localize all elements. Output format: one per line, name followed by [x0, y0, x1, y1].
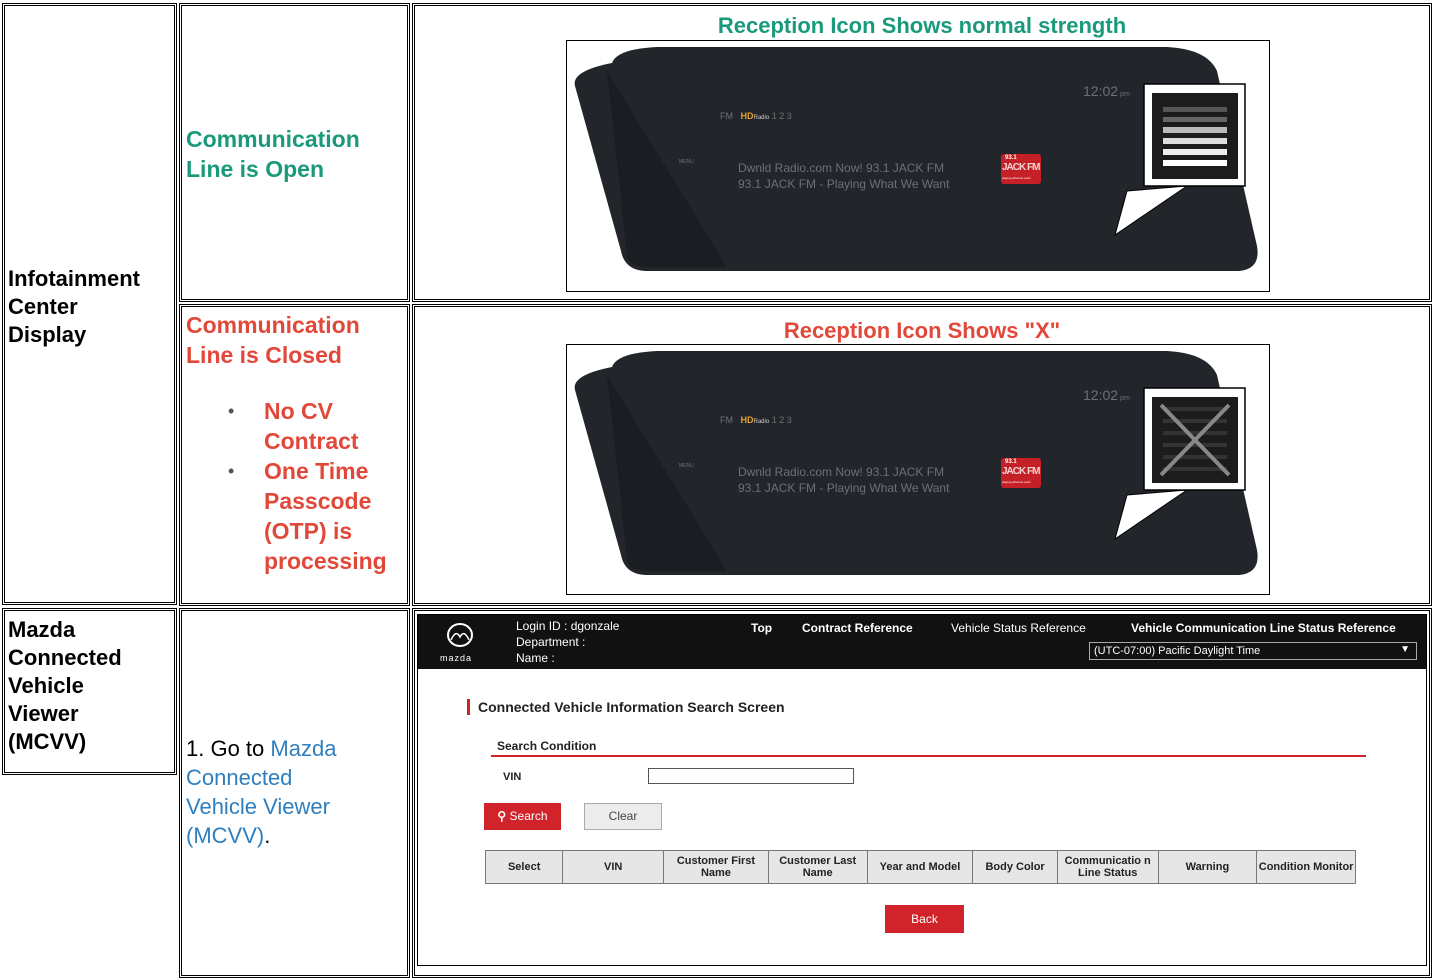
mcvv-link[interactable]: (MCVV): [186, 823, 264, 848]
label-line: Infotainment: [8, 266, 140, 291]
radio-screen-image-open: 12:02 pm FM HDRadio 1 2 3 MENU Dwnld Radi…: [566, 40, 1270, 292]
column-header: Customer First Name: [663, 850, 769, 884]
label-line: Connected: [8, 645, 122, 670]
search-condition-heading: Search Condition: [497, 739, 597, 753]
login-id: Login ID : dgonzale: [516, 619, 620, 633]
label-line: Mazda: [8, 617, 76, 642]
column-header: Body Color: [972, 850, 1058, 884]
label-line: Center: [8, 294, 78, 319]
nav-communication-line-status[interactable]: Vehicle Communication Line Status Refere…: [1131, 621, 1396, 635]
label-line: Vehicle: [8, 673, 84, 698]
nav-top[interactable]: Top: [751, 621, 772, 635]
clear-button[interactable]: Clear: [584, 803, 662, 830]
list-item: One Time Passcode (OTP) is processing: [228, 456, 387, 576]
bullet-line: Contract: [264, 428, 359, 454]
search-button-label: Search: [509, 809, 548, 823]
timezone-value: (UTC-07:00) Pacific Daylight Time: [1094, 645, 1261, 657]
mcvv-link[interactable]: Vehicle Viewer: [186, 792, 336, 821]
table-header-row: Select VIN Customer First Name Customer …: [484, 850, 1356, 884]
column-header: Customer Last Name: [767, 850, 868, 884]
mcvv-label: Mazda Connected Vehicle Viewer (MCVV): [8, 616, 122, 756]
radio-screen-image-closed: 12:02 pm FM HDRadio 1 2 3 MENU Dwnld Radi…: [566, 344, 1270, 595]
status-open-text: Communication Line is Open: [186, 124, 360, 184]
step-prefix: 1. Go to: [186, 736, 271, 761]
vin-input[interactable]: [648, 768, 854, 784]
caption-open: Reception Icon Shows normal strength: [717, 13, 1127, 38]
department: Department :: [516, 635, 586, 649]
step-1: 1. Go to Mazda Connected Vehicle Viewer …: [186, 734, 336, 850]
column-header: Condition Monitor: [1256, 850, 1356, 884]
mcvv-header: mazda Login ID : dgonzale Department : N…: [418, 615, 1426, 669]
label-line: Display: [8, 322, 87, 347]
status-closed-text: Communication Line is Closed: [186, 310, 360, 370]
page-title: Connected Vehicle Information Search Scr…: [478, 699, 785, 715]
column-header: Select: [484, 850, 564, 884]
label-line: Viewer: [8, 701, 79, 726]
name-field: Name :: [516, 651, 555, 665]
timezone-select[interactable]: (UTC-07:00) Pacific Daylight Time ▼: [1089, 642, 1417, 660]
mcvv-screenshot: mazda Login ID : dgonzale Department : N…: [417, 614, 1427, 966]
nav-contract-reference[interactable]: Contract Reference: [802, 621, 913, 635]
search-button[interactable]: ⚲ Search: [484, 803, 561, 830]
callout-svg: [1114, 387, 1246, 541]
mcvv-link[interactable]: Connected: [186, 763, 336, 792]
search-icon: ⚲: [497, 809, 507, 823]
back-button[interactable]: Back: [885, 905, 964, 933]
label-line: (MCVV): [8, 729, 87, 754]
mcvv-link[interactable]: Mazda: [270, 736, 336, 761]
mazda-brand-text: mazda: [440, 653, 473, 663]
column-header: VIN: [562, 850, 665, 884]
search-divider: [491, 755, 1366, 757]
signal-strength-icon: [1159, 101, 1231, 171]
bullet-line: No CV: [264, 398, 333, 424]
nav-vehicle-status-reference[interactable]: Vehicle Status Reference: [951, 621, 1086, 635]
column-header: Warning: [1157, 850, 1258, 884]
status-line: Line is Closed: [186, 342, 342, 368]
infotainment-label: Infotainment Center Display: [8, 265, 140, 349]
bullet-line: Passcode: [264, 488, 372, 514]
status-line: Communication: [186, 126, 360, 152]
bullet-line: (OTP) is: [264, 518, 353, 544]
bullet-line: processing: [264, 548, 387, 574]
vin-label: VIN: [503, 771, 522, 783]
list-item: No CV Contract: [228, 396, 387, 456]
bullet-line: One Time: [264, 458, 369, 484]
results-table: Select VIN Customer First Name Customer …: [484, 850, 1356, 884]
step-suffix: .: [264, 823, 271, 848]
title-accent: [467, 699, 470, 715]
mazda-logo-icon: [447, 623, 473, 647]
column-header: Year and Model: [866, 850, 974, 884]
column-header: Communicatio n Line Status: [1056, 850, 1159, 884]
status-line: Line is Open: [186, 156, 325, 182]
chevron-down-icon: ▼: [1400, 644, 1410, 655]
caption-closed: Reception Icon Shows "X": [783, 318, 1061, 343]
closed-reasons-list: No CV Contract One Time Passcode (OTP) i…: [228, 396, 387, 576]
status-line: Communication: [186, 312, 360, 338]
